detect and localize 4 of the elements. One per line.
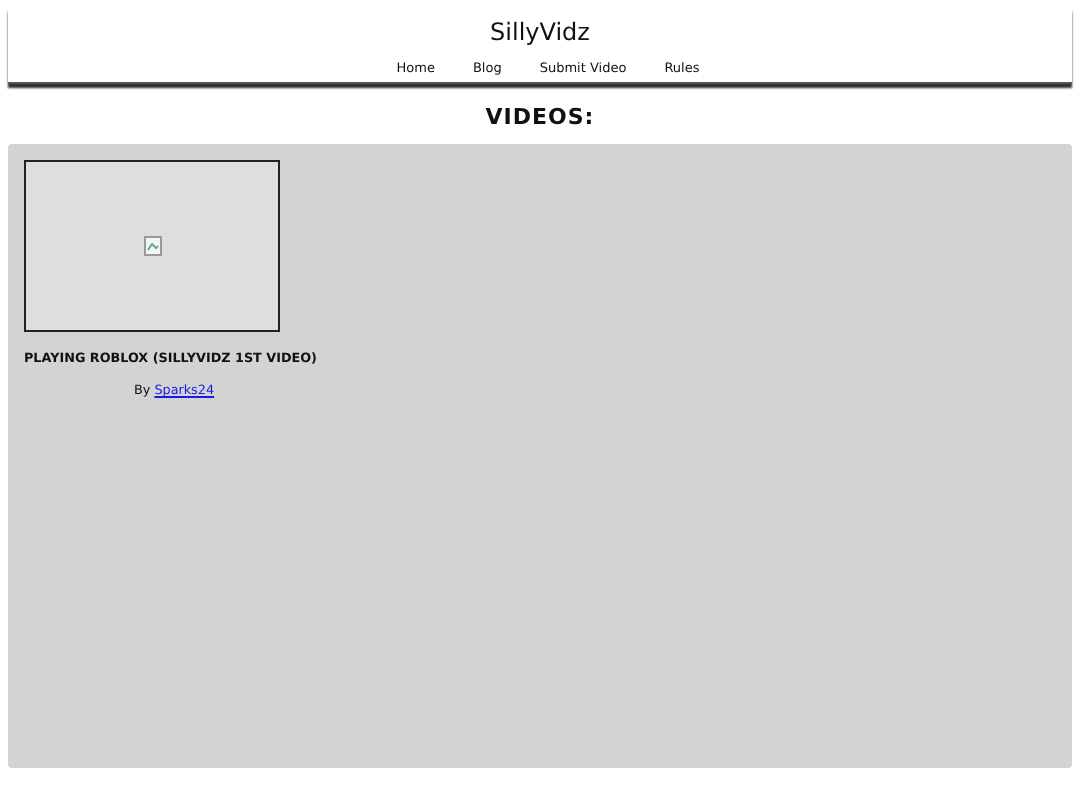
page-heading: VIDEOS:: [483, 104, 597, 134]
site-title: SillyVidz: [490, 16, 590, 46]
broken-image-icon: [143, 236, 161, 256]
video-thumbnail[interactable]: [24, 160, 280, 332]
